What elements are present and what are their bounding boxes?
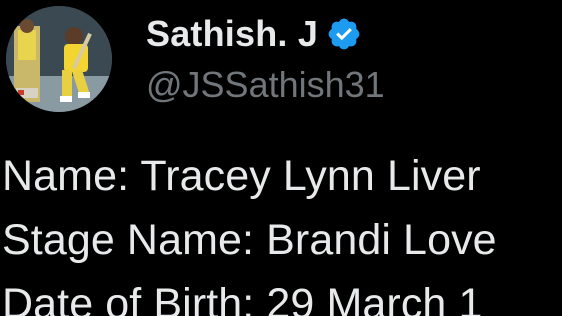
tweet-text-line: Date of Birth: 29 March 1 [2, 280, 483, 316]
tweet-card: Sathish. J @JSSathish31 Name: Tracey Lyn… [0, 0, 562, 316]
tweet-text-line: Stage Name: Brandi Love [2, 216, 497, 264]
display-name[interactable]: Sathish. J [146, 13, 318, 55]
verified-badge-icon [326, 16, 362, 52]
avatar[interactable] [6, 6, 112, 112]
author-name-row[interactable]: Sathish. J [146, 12, 362, 56]
profile-photo-icon [6, 6, 112, 112]
author-handle[interactable]: @JSSathish31 [146, 64, 385, 106]
tweet-text-line: Name: Tracey Lynn Liver [2, 152, 481, 200]
